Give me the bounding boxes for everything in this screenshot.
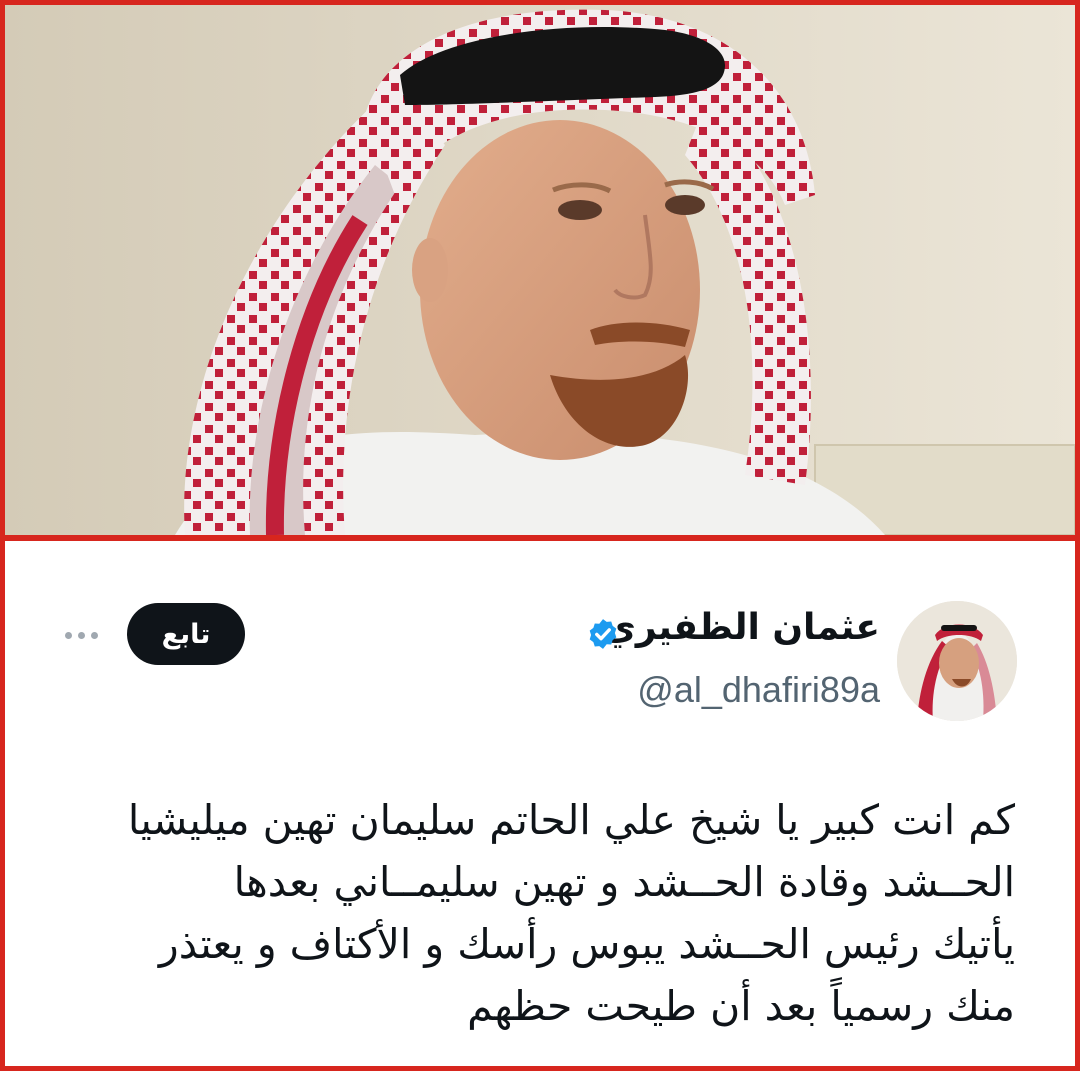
tweet-body: كم انت كبير يا شيخ علي الحاتم سليمان تهي… [55,789,1015,1037]
tweet-line: منك رسمياً بعد أن طيحت حظهم [467,982,1015,1030]
tweet-card: عثمان الظفيري @al_dhafiri89a تابع كم انت… [5,541,1075,1066]
tweet-line: الحــشد وقادة الحــشد و تهين سليمــاني ب… [233,858,1015,906]
profile-photo [5,5,1075,535]
verified-badge-icon [589,619,617,649]
dot [65,631,72,639]
tweet-line: كم انت كبير يا شيخ علي الحاتم سليمان تهي… [127,796,1015,844]
dot [78,631,85,639]
avatar[interactable] [897,601,1017,721]
follow-button[interactable]: تابع [127,603,245,665]
tweet-line: يأتيك رئيس الحــشد يبوس رأسك و الأكتاف و… [158,920,1015,968]
avatar-image [897,601,1017,721]
man-portrait-image [5,5,1075,535]
user-handle[interactable]: @al_dhafiri89a [637,669,880,711]
display-name[interactable]: عثمان الظفيري [603,607,880,648]
dot [91,631,98,639]
more-options-icon[interactable] [65,629,105,641]
screenshot-frame: عثمان الظفيري @al_dhafiri89a تابع كم انت… [0,0,1080,1071]
